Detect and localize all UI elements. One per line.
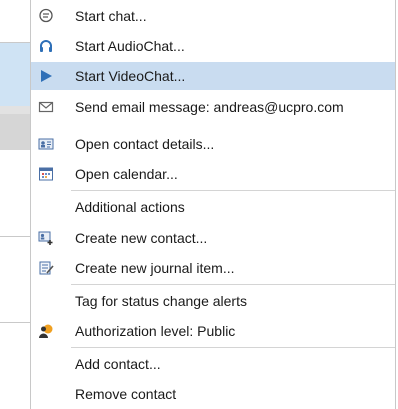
menu-item-remove-contact[interactable]: Remove contact (31, 381, 395, 407)
menu-item-open-contact-details[interactable]: Open contact details... (31, 131, 395, 157)
menu-item-label: Create new contact... (75, 230, 208, 246)
menu-item-label: Tag for status change alerts (75, 293, 247, 309)
menu-item-create-new-contact[interactable]: Create new contact... (31, 225, 395, 251)
menu-item-start-audiochat[interactable]: Start AudioChat... (31, 33, 395, 59)
menu-separator (71, 284, 395, 285)
calendar-icon (38, 166, 54, 182)
menu-item-start-videochat[interactable]: Start VideoChat... (31, 62, 395, 90)
background-selected-row (0, 42, 30, 106)
menu-item-label: Open calendar... (75, 166, 178, 182)
background-divider (0, 236, 30, 237)
chat-bubble-icon (38, 8, 54, 24)
menu-item-label: Send email message: andreas@ucpro.com (75, 99, 344, 115)
menu-item-label: Additional actions (75, 199, 185, 215)
menu-item-authorization-level[interactable]: Authorization level: Public (31, 318, 395, 344)
menu-item-start-chat[interactable]: Start chat... (31, 3, 395, 29)
menu-item-label: Remove contact (75, 386, 177, 402)
menu-item-create-journal-item[interactable]: Create new journal item... (31, 255, 395, 281)
envelope-icon (38, 99, 54, 115)
menu-item-label: Create new journal item... (75, 260, 235, 276)
contact-card-icon (38, 136, 54, 152)
journal-icon (38, 260, 54, 276)
background-header-row (0, 114, 30, 150)
background-divider (0, 322, 30, 323)
menu-item-label: Start AudioChat... (75, 38, 185, 54)
menu-separator (71, 347, 395, 348)
play-icon (38, 68, 54, 84)
menu-separator (71, 190, 395, 191)
background-panel (0, 150, 30, 409)
menu-item-add-contact[interactable]: Add contact... (31, 351, 395, 377)
background-panel (0, 106, 30, 114)
menu-item-label: Start VideoChat... (75, 68, 186, 84)
background-divider (0, 42, 30, 43)
menu-item-send-email[interactable]: Send email message: andreas@ucpro.com (31, 94, 395, 120)
menu-item-label: Open contact details... (75, 136, 215, 152)
menu-item-additional-actions[interactable]: Additional actions (31, 194, 395, 220)
menu-item-label: Add contact... (75, 356, 161, 372)
context-menu: Start chat... Start AudioChat... Start V… (30, 0, 396, 409)
headset-icon (38, 38, 54, 54)
menu-item-label: Start chat... (75, 8, 147, 24)
add-contact-icon (38, 230, 54, 246)
authorization-icon (38, 323, 54, 339)
background-panel (0, 0, 30, 42)
menu-item-label: Authorization level: Public (75, 323, 236, 339)
menu-item-open-calendar[interactable]: Open calendar... (31, 161, 395, 187)
menu-item-tag-status-alerts[interactable]: Tag for status change alerts (31, 288, 395, 314)
